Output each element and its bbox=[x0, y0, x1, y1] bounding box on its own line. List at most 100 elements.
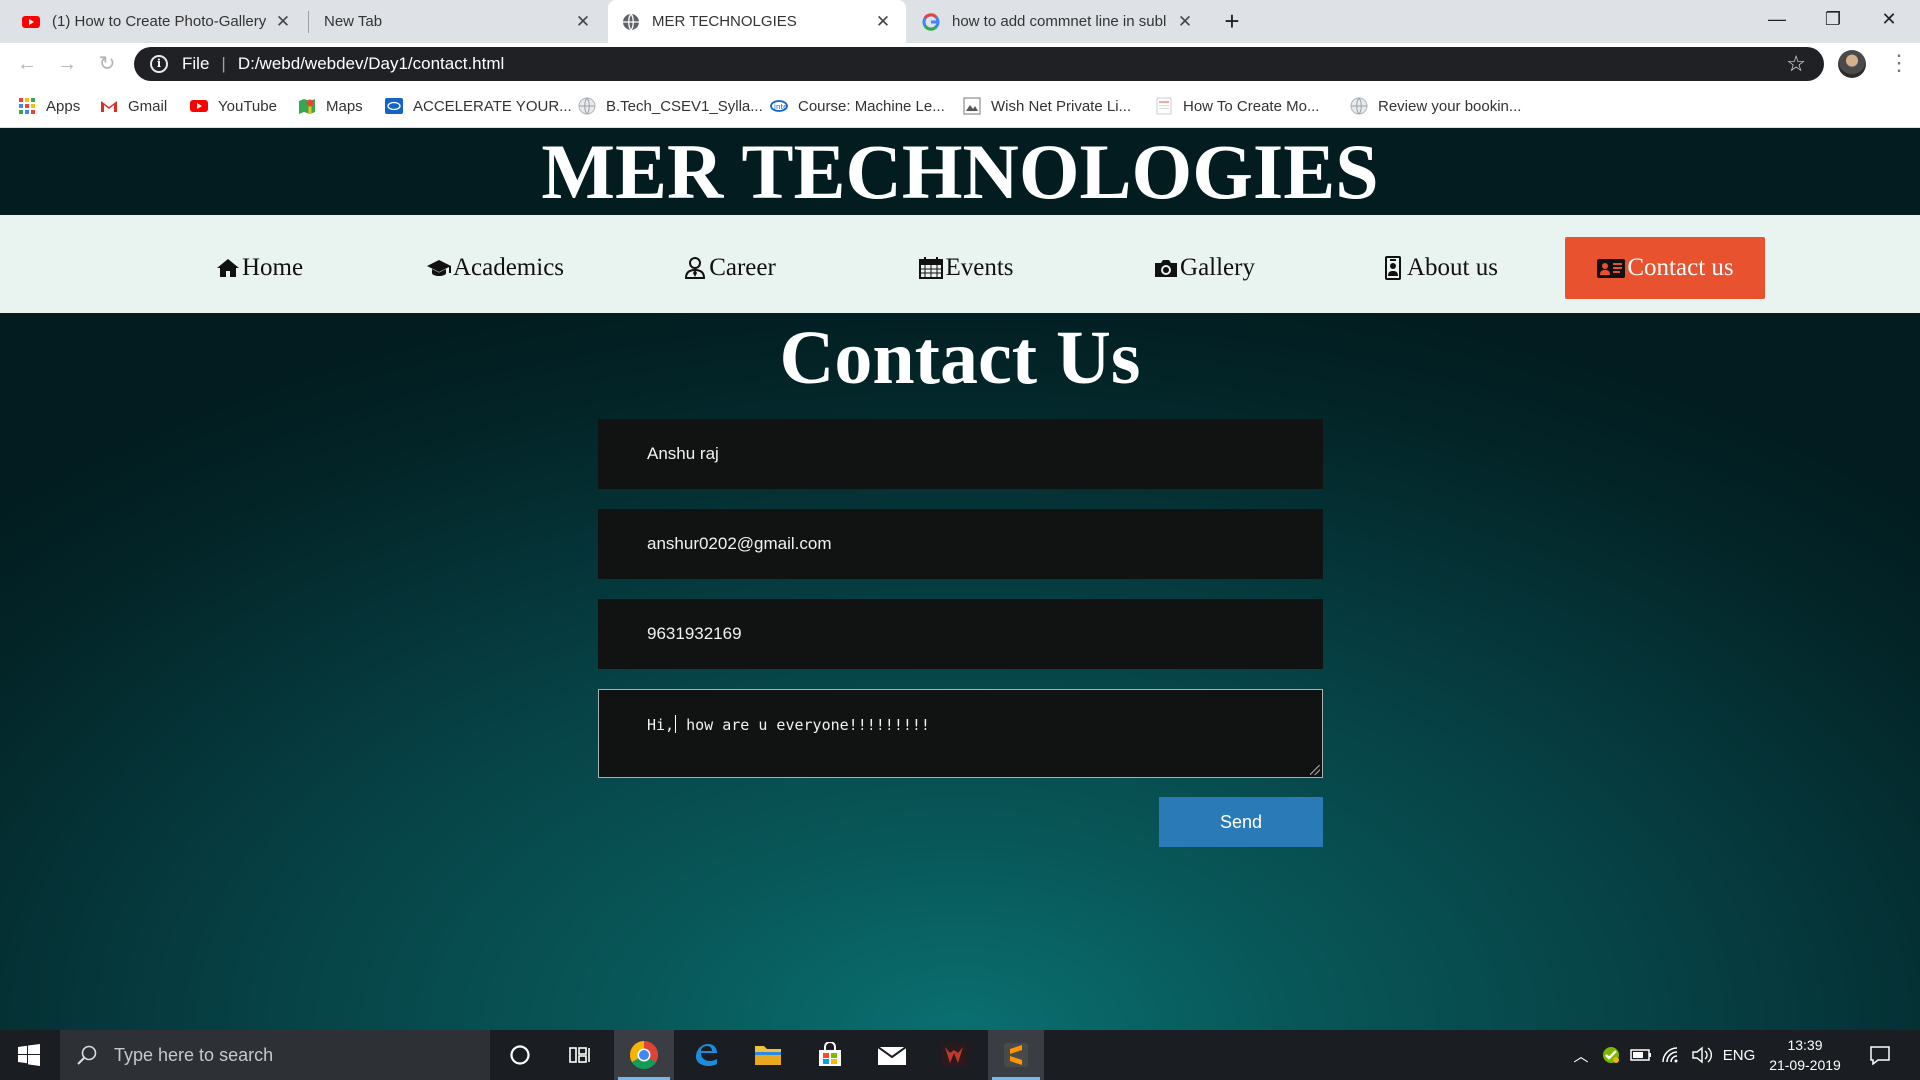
address-bar[interactable]: i File | D:/webd/webdev/Day1/contact.htm… bbox=[134, 47, 1824, 81]
graduation-cap-icon bbox=[426, 260, 451, 276]
bookmark-star-icon[interactable]: ☆ bbox=[1786, 51, 1806, 77]
nav-career[interactable]: Career bbox=[654, 237, 804, 299]
web-page: MER TECHNOLOGIES Home Academics Career E… bbox=[0, 128, 1920, 1030]
tray-volume[interactable] bbox=[1686, 1030, 1718, 1080]
taskbar-file-explorer[interactable] bbox=[740, 1030, 796, 1080]
reload-icon[interactable]: ↻ bbox=[94, 51, 120, 77]
tray-overflow-chevron-icon[interactable]: ︿ bbox=[1568, 1030, 1594, 1080]
nav-contact-us[interactable]: Contact us bbox=[1565, 237, 1765, 299]
bookmark-machine-learning[interactable]: intel Course: Machine Le... bbox=[770, 85, 945, 127]
youtube-icon bbox=[190, 100, 208, 112]
nav-label: Home bbox=[241, 254, 304, 281]
taskbar-mail[interactable] bbox=[864, 1030, 920, 1080]
text-caret bbox=[675, 715, 677, 733]
bookmark-wish-net[interactable]: Wish Net Private Li... bbox=[963, 85, 1131, 127]
store-bag-icon bbox=[819, 1042, 841, 1066]
close-icon[interactable]: ✕ bbox=[574, 12, 592, 32]
taskbar-edge[interactable] bbox=[678, 1030, 734, 1080]
chrome-icon bbox=[630, 1041, 658, 1069]
bookmark-youtube[interactable]: YouTube bbox=[190, 85, 277, 127]
windows-start-button[interactable] bbox=[0, 1030, 58, 1080]
youtube-icon bbox=[22, 15, 40, 28]
tray-wifi[interactable] bbox=[1656, 1030, 1686, 1080]
bookmark-label: ACCELERATE YOUR... bbox=[413, 97, 572, 115]
cortana-circle-icon bbox=[510, 1045, 530, 1065]
task-view-button[interactable] bbox=[552, 1030, 608, 1080]
camera-icon bbox=[1155, 260, 1178, 277]
bookmark-label: B.Tech_CSEV1_Sylla... bbox=[606, 97, 763, 115]
name-input[interactable]: Anshu raj bbox=[598, 419, 1323, 489]
taskbar-store[interactable] bbox=[802, 1030, 858, 1080]
tray-security[interactable] bbox=[1596, 1030, 1626, 1080]
nav-gallery[interactable]: Gallery bbox=[1134, 237, 1274, 299]
bookmark-accelerate[interactable]: ACCELERATE YOUR... bbox=[385, 85, 572, 127]
taskbar-search-box[interactable]: Type here to search bbox=[60, 1030, 490, 1080]
back-arrow-icon[interactable]: ← bbox=[14, 51, 40, 77]
svg-text:intel: intel bbox=[774, 103, 788, 111]
intel-icon bbox=[385, 98, 403, 114]
bookmark-gmail[interactable]: Gmail bbox=[100, 85, 167, 127]
nav-label: Contact us bbox=[1627, 254, 1734, 281]
message-textarea[interactable]: Hi, how are u everyone!!!!!!!!! bbox=[598, 689, 1323, 778]
nav-home[interactable]: Home bbox=[192, 237, 326, 299]
minimize-button[interactable]: — bbox=[1750, 0, 1804, 38]
bookmark-review-booking[interactable]: Review your bookin... bbox=[1350, 85, 1521, 127]
nav-label: Events bbox=[945, 254, 1014, 281]
site-brand: MER TECHNOLOGIES bbox=[541, 128, 1379, 215]
maps-icon bbox=[299, 99, 315, 114]
info-icon[interactable]: i bbox=[150, 55, 168, 73]
bookmark-label: Gmail bbox=[128, 97, 168, 115]
clock-time: 13:39 bbox=[1787, 1037, 1823, 1053]
google-icon bbox=[922, 12, 940, 31]
phone-input[interactable]: 9631932169 bbox=[598, 599, 1323, 669]
tab-new-tab[interactable]: New Tab ✕ bbox=[310, 0, 606, 43]
tab-google-search[interactable]: how to add commnet line in subl ✕ bbox=[908, 0, 1208, 43]
new-tab-button[interactable]: + bbox=[1216, 6, 1248, 38]
browser-toolbar: ← → ↻ i File | D:/webd/webdev/Day1/conta… bbox=[0, 43, 1920, 85]
forward-arrow-icon[interactable]: → bbox=[54, 51, 80, 77]
browser-tab-strip: (1) How to Create Photo-Gallery ✕ New Ta… bbox=[0, 0, 1920, 43]
taskbar-sublime-text[interactable] bbox=[988, 1030, 1044, 1080]
folder-icon bbox=[755, 1046, 781, 1065]
taskbar-predator-sense[interactable] bbox=[926, 1030, 982, 1080]
bookmark-apps[interactable]: Apps bbox=[18, 85, 80, 127]
intel-icon: intel bbox=[770, 100, 788, 112]
address-divider: | bbox=[221, 54, 226, 73]
calendar-icon bbox=[919, 257, 944, 279]
battery-icon bbox=[1630, 1049, 1651, 1061]
page-title: Contact Us bbox=[779, 316, 1141, 400]
address-url[interactable]: D:/webd/webdev/Day1/contact.html bbox=[238, 54, 1786, 74]
window-close-button[interactable]: ✕ bbox=[1862, 0, 1916, 38]
profile-avatar[interactable] bbox=[1838, 50, 1866, 78]
tray-language[interactable]: ENG bbox=[1718, 1030, 1760, 1080]
nav-about-us[interactable]: About us bbox=[1364, 237, 1514, 299]
edge-icon bbox=[696, 1044, 717, 1066]
taskbar-clock[interactable]: 13:39 21-09-2019 bbox=[1760, 1035, 1850, 1075]
bookmark-label: Apps bbox=[46, 97, 81, 115]
nav-label: Academics bbox=[452, 254, 565, 281]
tab-mer-technologies[interactable]: MER TECHNOLGIES ✕ bbox=[608, 0, 906, 43]
cortana-button[interactable] bbox=[492, 1030, 548, 1080]
browser-menu-icon[interactable]: ⋮ bbox=[1888, 50, 1910, 78]
taskbar-chrome[interactable] bbox=[614, 1030, 674, 1080]
taskbar-search-placeholder: Type here to search bbox=[114, 1044, 274, 1065]
windows-logo-icon bbox=[18, 1044, 40, 1066]
email-input[interactable]: anshur0202@gmail.com bbox=[598, 509, 1323, 579]
action-center-button[interactable] bbox=[1858, 1030, 1902, 1080]
nav-events[interactable]: Events bbox=[896, 237, 1036, 299]
close-icon[interactable]: ✕ bbox=[1176, 12, 1194, 32]
globe-icon bbox=[578, 97, 596, 115]
bookmark-maps[interactable]: Maps bbox=[298, 85, 363, 127]
bookmark-btech-syllabus[interactable]: B.Tech_CSEV1_Sylla... bbox=[578, 85, 763, 127]
tray-battery[interactable] bbox=[1626, 1030, 1656, 1080]
tab-youtube[interactable]: (1) How to Create Photo-Gallery ✕ bbox=[0, 0, 306, 43]
bookmark-how-to-create[interactable]: How To Create Mo... bbox=[1155, 85, 1319, 127]
address-card-icon bbox=[1597, 259, 1626, 278]
close-icon[interactable]: ✕ bbox=[874, 12, 892, 32]
send-button[interactable]: Send bbox=[1159, 797, 1323, 847]
close-icon[interactable]: ✕ bbox=[274, 12, 292, 32]
nav-academics[interactable]: Academics bbox=[410, 237, 580, 299]
restore-button[interactable]: ❐ bbox=[1806, 0, 1860, 38]
resize-handle-icon[interactable] bbox=[1310, 765, 1320, 775]
task-view-icon bbox=[569, 1047, 590, 1063]
